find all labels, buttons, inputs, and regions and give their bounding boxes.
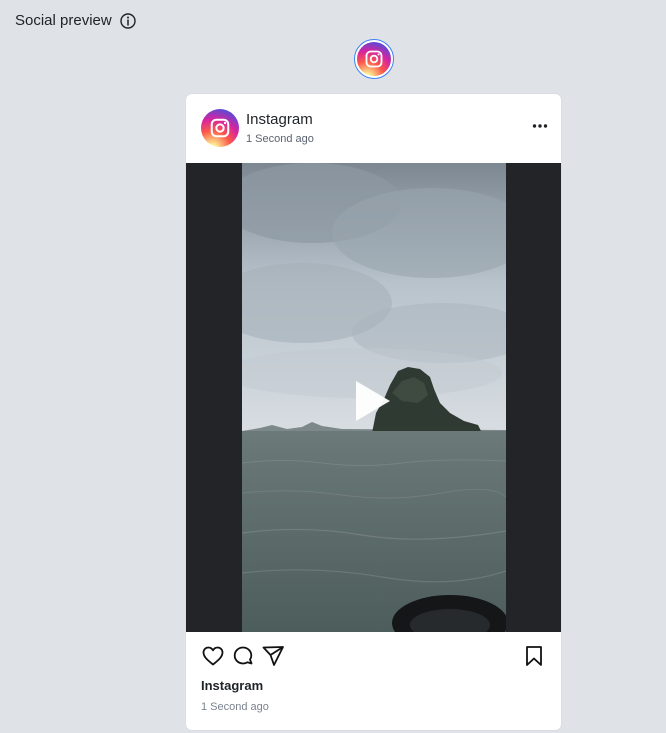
more-horizontal-icon[interactable] [532, 122, 548, 130]
post-time: 1 Second ago [246, 133, 314, 145]
play-icon[interactable] [352, 379, 392, 423]
comment-icon[interactable] [231, 644, 255, 668]
info-icon[interactable] [120, 13, 136, 29]
caption-time: 1 Second ago [201, 701, 269, 713]
send-icon[interactable] [261, 644, 285, 668]
account-name: Instagram [246, 111, 313, 128]
instagram-post-preview: Instagram 1 Second ago Instagram 1 Secon… [186, 94, 561, 730]
social-preview-header: Social preview [15, 11, 136, 31]
post-media[interactable] [186, 163, 561, 632]
account-avatar [201, 109, 239, 147]
post-actions [186, 644, 561, 670]
post-header: Instagram 1 Second ago [186, 94, 561, 163]
platform-tab-instagram[interactable] [354, 39, 394, 79]
instagram-avatar-icon [201, 109, 239, 147]
heart-icon[interactable] [201, 644, 225, 668]
caption-account-name: Instagram [201, 678, 264, 693]
social-preview-title: Social preview [15, 12, 112, 29]
bookmark-icon[interactable] [522, 644, 546, 668]
instagram-icon [357, 42, 391, 76]
